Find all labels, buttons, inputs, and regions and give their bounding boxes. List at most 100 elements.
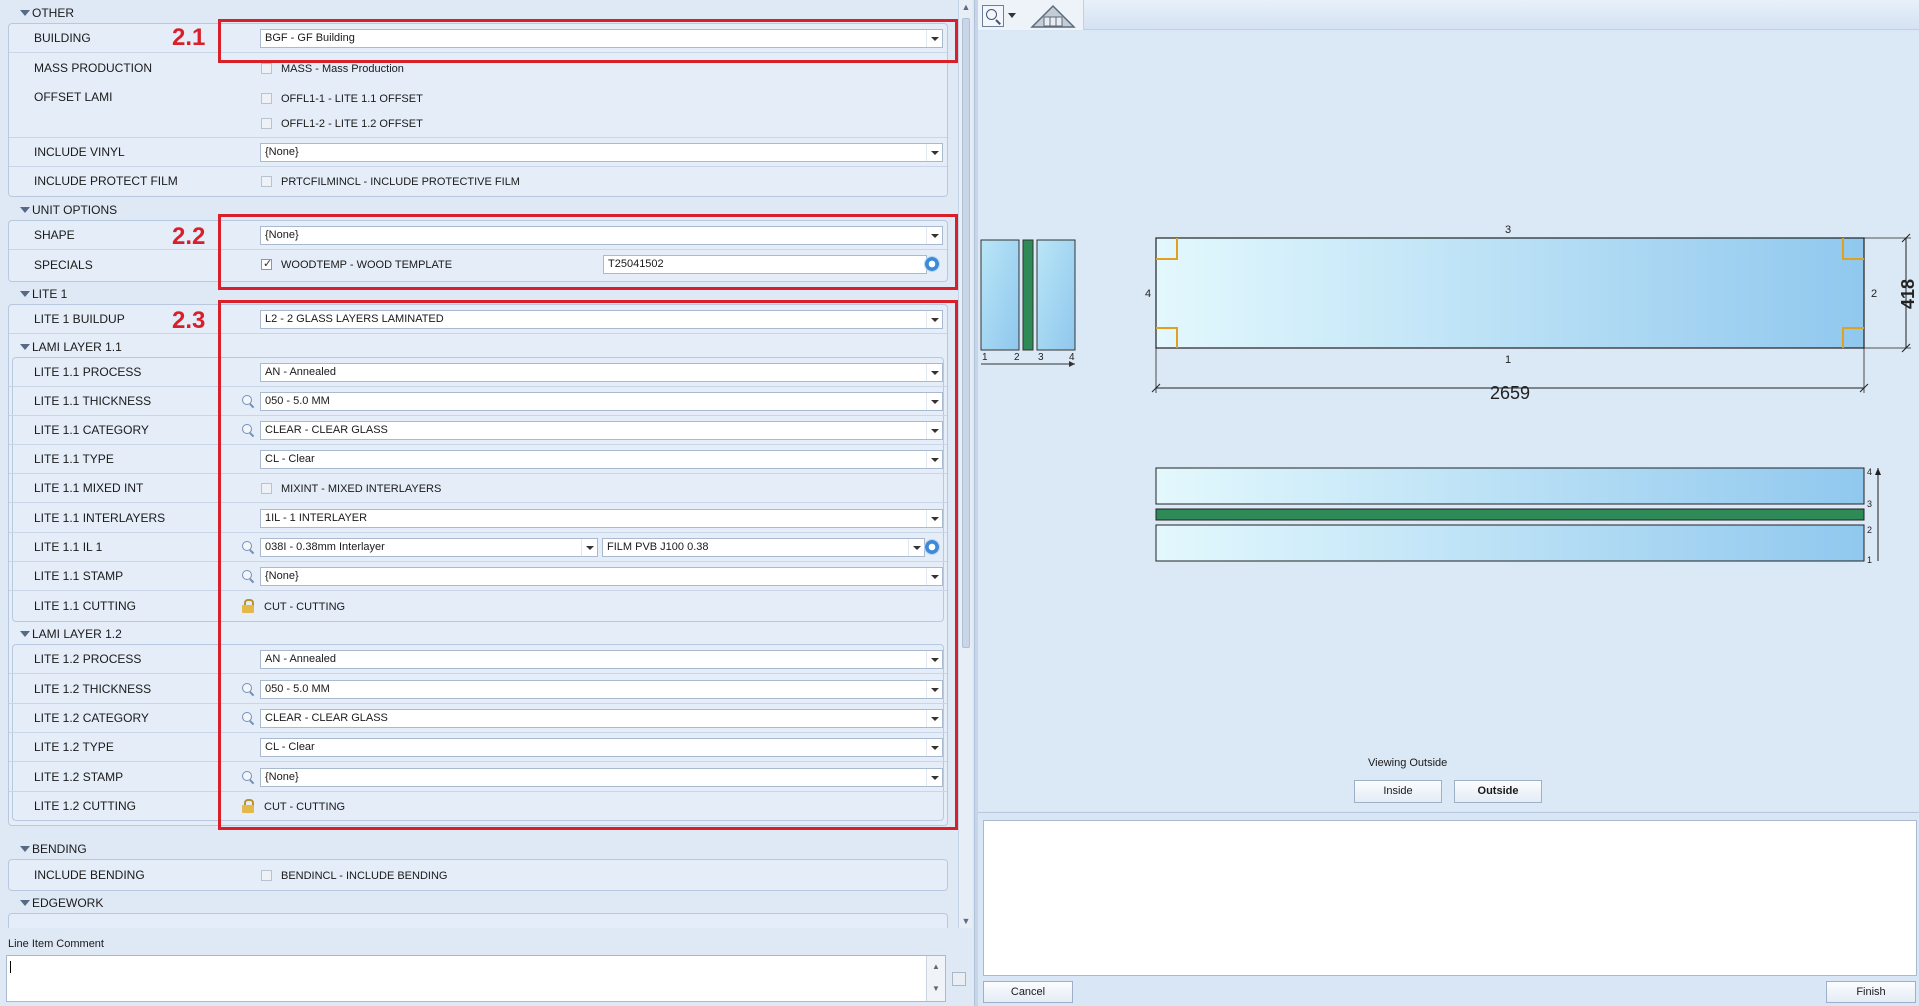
annotation-label-2-3: 2.3 bbox=[172, 307, 206, 334]
notes-area[interactable] bbox=[983, 820, 1917, 976]
row-label: LITE 1.1 IL 1 bbox=[34, 540, 103, 554]
offset-lami-2-checkbox[interactable] bbox=[261, 118, 272, 129]
layer-number: 2 bbox=[1014, 352, 1020, 363]
section-edgework-header[interactable]: EDGEWORK bbox=[8, 893, 948, 913]
offset-lami-1-option: OFFL1-1 - LITE 1.1 OFFSET bbox=[281, 93, 423, 105]
row-label: LITE 1.1 THICKNESS bbox=[34, 394, 152, 408]
interlayer bbox=[1155, 508, 1865, 521]
row-label: BUILDING bbox=[34, 31, 91, 45]
edge-label-right: 2 bbox=[1871, 288, 1877, 300]
annotation-box-2-3 bbox=[218, 300, 958, 830]
row-label: SPECIALS bbox=[34, 258, 93, 272]
protect-film-checkbox[interactable] bbox=[261, 176, 272, 187]
scroll-up-icon[interactable]: ▲ bbox=[927, 956, 945, 978]
cancel-button[interactable]: Cancel bbox=[983, 981, 1073, 1003]
viewing-label: Viewing Outside bbox=[1368, 757, 1448, 769]
row-label: LITE 1.1 PROCESS bbox=[34, 365, 142, 379]
row-label: LITE 1 BUILDUP bbox=[34, 312, 125, 326]
drawing-canvas[interactable]: 1 2 3 4 3 1 4 2 2659 418 4 3 2 1 bbox=[978, 31, 1919, 811]
section-edgework-box bbox=[8, 913, 948, 928]
collapse-icon[interactable] bbox=[20, 10, 30, 16]
glass-layer bbox=[1155, 524, 1865, 562]
layer-number: 4 bbox=[1867, 467, 1872, 477]
annotation-label-2-2: 2.2 bbox=[172, 223, 206, 250]
comment-scrollbar[interactable]: ▲ ▼ bbox=[926, 956, 945, 1001]
scroll-down-icon[interactable]: ▼ bbox=[959, 914, 973, 928]
section-bending-header[interactable]: BENDING bbox=[8, 839, 948, 859]
preview-panel: 1 2 3 4 3 1 4 2 2659 418 4 3 2 1 Viewing… bbox=[978, 0, 1919, 1006]
options-form: OTHER BUILDING BGF - GF Building MASS PR… bbox=[0, 0, 958, 928]
row-label: INCLUDE VINYL bbox=[34, 145, 125, 159]
row-include-bending: INCLUDE BENDING BENDINCL - INCLUDE BENDI… bbox=[9, 861, 947, 890]
scroll-down-icon[interactable]: ▼ bbox=[927, 978, 945, 1000]
interlayer bbox=[1022, 239, 1034, 351]
offset-lami-1-checkbox[interactable] bbox=[261, 93, 272, 104]
comment-input[interactable] bbox=[6, 955, 946, 1002]
toolbar-buttons bbox=[978, 0, 1084, 30]
collapse-icon[interactable] bbox=[20, 900, 30, 906]
arrow-icon bbox=[1875, 468, 1881, 475]
inside-view-button[interactable]: Inside bbox=[1354, 780, 1442, 803]
row-include-vinyl: INCLUDE VINYL {None} bbox=[9, 138, 947, 167]
edge-label-left: 4 bbox=[1145, 288, 1151, 300]
row-label: MASS PRODUCTION bbox=[34, 61, 153, 75]
finish-button[interactable]: Finish bbox=[1826, 981, 1916, 1003]
zoom-icon[interactable] bbox=[982, 5, 1004, 27]
scroll-thumb[interactable] bbox=[962, 18, 970, 648]
layer-number: 1 bbox=[982, 352, 988, 363]
glass-layer bbox=[1036, 239, 1076, 351]
annotation-box-2-1 bbox=[218, 19, 958, 63]
house-view-icon[interactable] bbox=[1028, 4, 1078, 28]
offset-lami-2-option: OFFL1-2 - LITE 1.2 OFFSET bbox=[281, 118, 423, 130]
layer-number: 4 bbox=[1069, 352, 1075, 363]
edge-label-top: 3 bbox=[1505, 224, 1511, 236]
collapse-icon[interactable] bbox=[20, 846, 30, 852]
layer-number: 1 bbox=[1867, 555, 1872, 565]
protect-film-option: PRTCFILMINCL - INCLUDE PROTECTIVE FILM bbox=[281, 176, 520, 188]
glass-pane bbox=[1155, 237, 1865, 349]
mass-production-checkbox[interactable] bbox=[261, 63, 272, 74]
chevron-down-icon[interactable] bbox=[926, 144, 942, 161]
row-label: INCLUDE BENDING bbox=[34, 868, 145, 882]
row-label: LITE 1.2 THICKNESS bbox=[34, 682, 152, 696]
layer-number: 2 bbox=[1867, 525, 1872, 535]
row-label: LITE 1.1 CUTTING bbox=[34, 599, 137, 613]
text-caret bbox=[10, 961, 11, 973]
row-label: LITE 1.1 MIXED INT bbox=[34, 481, 144, 495]
glass-layer bbox=[1155, 467, 1865, 505]
glass-layer bbox=[980, 239, 1020, 351]
glass-drawing: 1 2 3 4 3 1 4 2 2659 418 4 3 2 1 bbox=[980, 224, 1918, 565]
preview-toolbar bbox=[978, 0, 1919, 30]
outside-view-button[interactable]: Outside bbox=[1454, 780, 1542, 803]
collapse-icon[interactable] bbox=[20, 207, 30, 213]
row-label: LITE 1.1 INTERLAYERS bbox=[34, 511, 166, 525]
row-label: LITE 1.2 CUTTING bbox=[34, 799, 137, 813]
row-label: OFFSET LAMI bbox=[34, 90, 113, 104]
row-include-protect-film: INCLUDE PROTECT FILM PRTCFILMINCL - INCL… bbox=[9, 167, 947, 196]
include-bending-option: BENDINCL - INCLUDE BENDING bbox=[281, 870, 448, 882]
include-vinyl-select[interactable]: {None} bbox=[260, 143, 943, 162]
comment-expand-icon[interactable] bbox=[952, 972, 966, 986]
divider bbox=[978, 812, 1919, 813]
collapse-icon[interactable] bbox=[20, 344, 30, 350]
row-label: LITE 1.2 TYPE bbox=[34, 740, 114, 754]
include-bending-checkbox[interactable] bbox=[261, 870, 272, 881]
comment-label: Line Item Comment bbox=[8, 938, 104, 950]
row-offset-lami: OFFSET LAMI OFFL1-1 - LITE 1.1 OFFSET OF… bbox=[9, 83, 947, 138]
row-label: LITE 1.2 CATEGORY bbox=[34, 711, 149, 725]
row-label: LITE 1.1 CATEGORY bbox=[34, 423, 149, 437]
scroll-up-icon[interactable]: ▲ bbox=[959, 0, 973, 14]
mass-production-option: MASS - Mass Production bbox=[281, 63, 404, 75]
collapse-icon[interactable] bbox=[20, 291, 30, 297]
front-view: 3 1 4 2 2659 418 bbox=[1145, 224, 1918, 403]
cross-section-small: 1 2 3 4 bbox=[980, 239, 1076, 367]
chevron-down-icon[interactable] bbox=[1008, 13, 1016, 18]
row-label: LITE 1.1 STAMP bbox=[34, 569, 124, 583]
row-label: LITE 1.2 STAMP bbox=[34, 770, 124, 784]
form-scrollbar[interactable]: ▲ ▼ bbox=[958, 0, 972, 928]
collapse-icon[interactable] bbox=[20, 631, 30, 637]
side-section-view: 4 3 2 1 bbox=[1155, 467, 1881, 565]
row-label: LITE 1.2 PROCESS bbox=[34, 652, 142, 666]
height-dimension: 418 bbox=[1898, 279, 1918, 309]
annotation-label-2-1: 2.1 bbox=[172, 24, 206, 51]
